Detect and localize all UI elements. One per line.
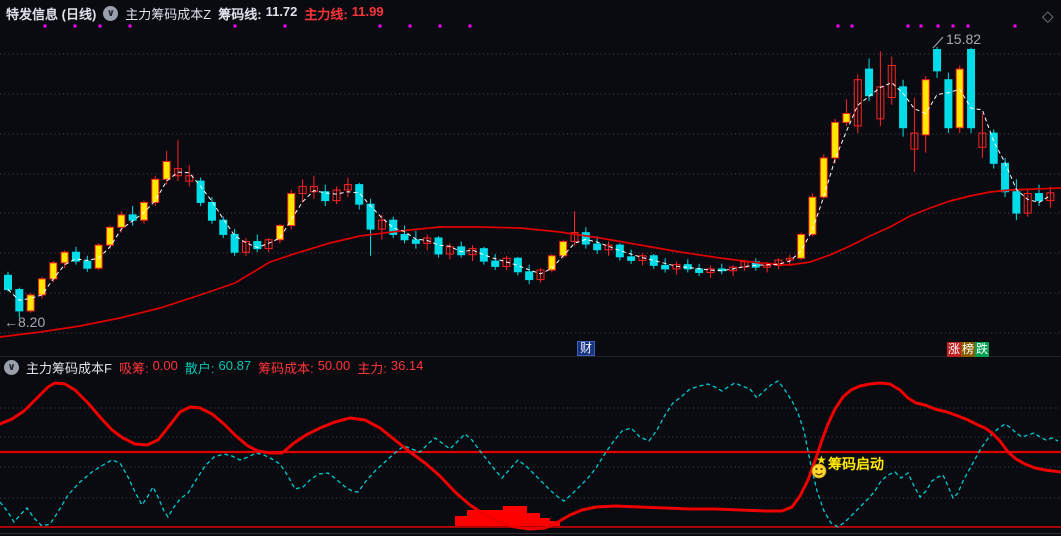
svg-text:←8.20: ←8.20 <box>4 314 45 330</box>
marker-zhang-bang-die[interactable]: 涨 榜 跌 <box>947 342 990 357</box>
main-indicator-name[interactable]: 主力筹码成本Z <box>125 4 211 23</box>
main-chart-header: 特发信息 (日线) ∨ 主力筹码成本Z 筹码线: 11.72 主力线: 11.99 <box>6 2 384 24</box>
svg-text:筹码启动: 筹码启动 <box>828 456 884 472</box>
stock-title: 特发信息 (日线) <box>6 6 97 22</box>
marker-bang[interactable]: 榜 <box>961 342 976 357</box>
sub-indicator-chart[interactable]: ★ 筹码启动 <box>0 378 1061 536</box>
chip-line-value: 筹码线: 11.72 <box>218 3 298 22</box>
main-candlestick-chart[interactable]: ←8.20 15.82 <box>0 24 1061 356</box>
app-window: 特发信息 (日线) ∨ 主力筹码成本Z 筹码线: 11.72 主力线: 11.99 … <box>0 0 1061 536</box>
sub-chart-header: ∨ 主力筹码成本F 吸筹: 0.00 散户: 60.87 筹码成本: 50.00 主力… <box>4 358 423 376</box>
sub-indicator-name[interactable]: 主力筹码成本F <box>26 358 112 377</box>
marker-zhang[interactable]: 涨 <box>947 342 962 357</box>
main-force-line-value: 主力线: 11.99 <box>304 3 384 22</box>
svg-text:15.82: 15.82 <box>946 31 981 47</box>
diamond-icon[interactable]: ◇ <box>1042 7 1054 25</box>
marker-cai[interactable]: 财 <box>577 341 596 356</box>
chouma-chengben-value: 筹码成本: 50.00 <box>258 357 351 376</box>
marker-die[interactable]: 跌 <box>975 342 990 357</box>
chevron-down-icon[interactable]: ∨ <box>4 359 19 375</box>
xichou-value: 吸筹: 0.00 <box>118 357 178 376</box>
zhuli-value: 主力: 36.14 <box>357 357 424 376</box>
sanhu-value: 散户: 60.87 <box>184 357 252 376</box>
chevron-down-icon[interactable]: ∨ <box>103 5 119 21</box>
